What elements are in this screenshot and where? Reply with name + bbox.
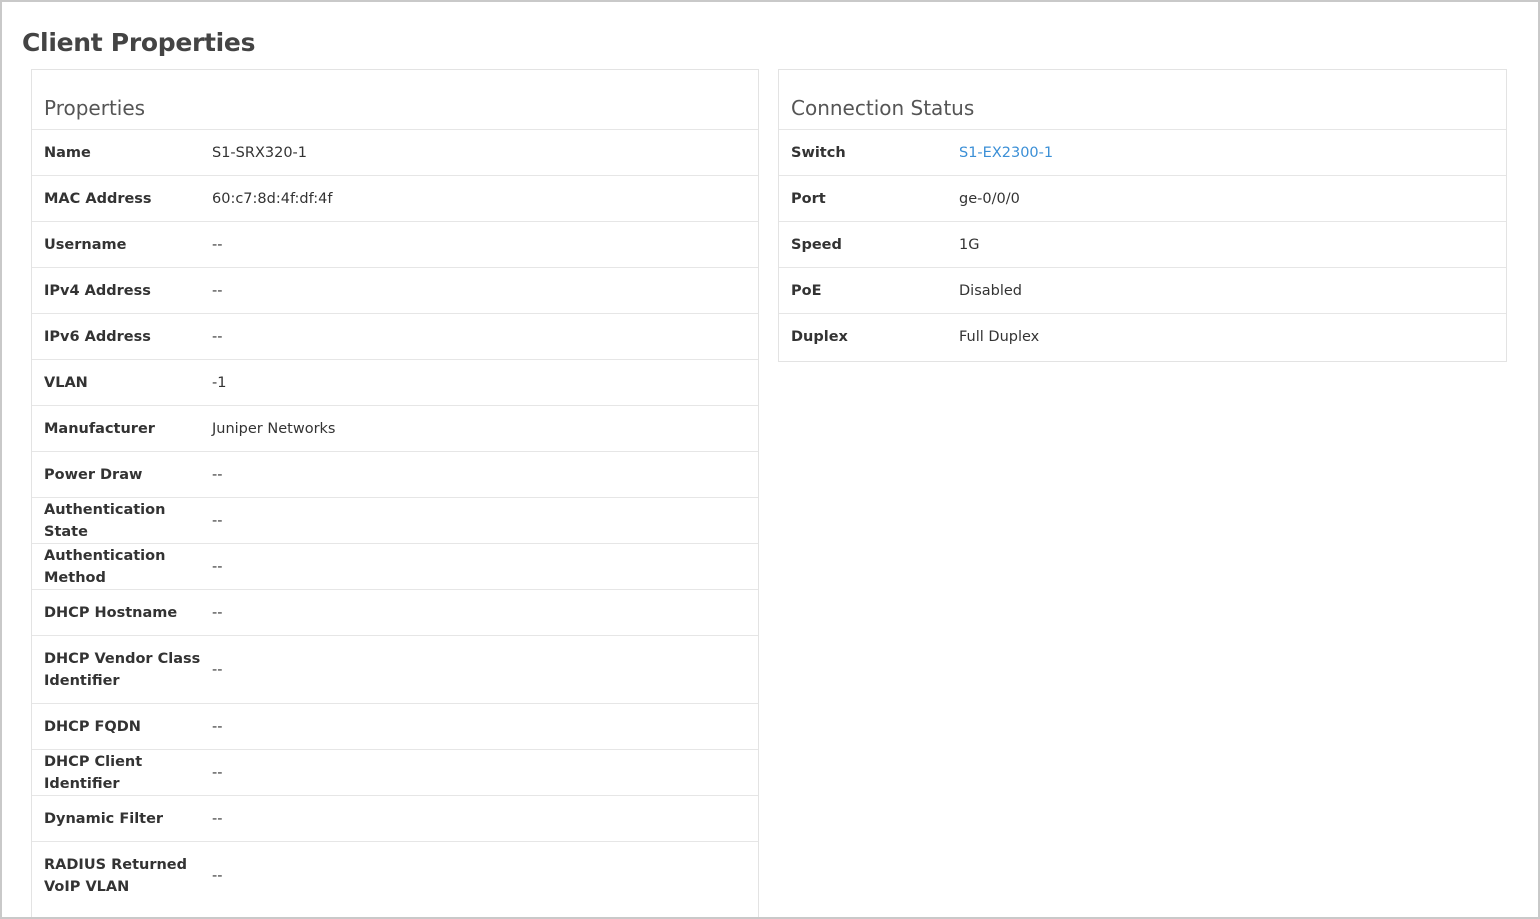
property-value: --: [212, 328, 223, 345]
property-row-ipv6-address: IPv6 Address --: [32, 314, 758, 360]
property-row-authentication-state: Authentication State --: [32, 498, 758, 544]
property-value: --: [212, 810, 223, 827]
property-row-mac-address: MAC Address 60:c7:8d:4f:df:4f: [32, 176, 758, 222]
property-value: --: [212, 868, 223, 884]
property-label: Power Draw: [44, 466, 143, 483]
connection-row-speed: Speed 1G: [779, 222, 1506, 268]
property-row-vlan: VLAN -1: [32, 360, 758, 406]
connection-row-switch: Switch S1-EX2300-1: [779, 130, 1506, 176]
page-title: Client Properties: [22, 28, 256, 57]
property-value: Juniper Networks: [212, 420, 336, 437]
property-row-ipv4-address: IPv4 Address --: [32, 268, 758, 314]
connection-label: PoE: [791, 282, 822, 299]
property-label: Name: [44, 144, 91, 161]
property-label: MAC Address: [44, 190, 152, 207]
property-label: Dynamic Filter: [44, 810, 164, 827]
property-value: S1-SRX320-1: [212, 144, 308, 161]
property-label: DHCP Vendor Class Identifier: [44, 650, 201, 689]
property-row-manufacturer: Manufacturer Juniper Networks: [32, 406, 758, 452]
property-value: --: [212, 604, 223, 621]
connection-row-poe: PoE Disabled: [779, 268, 1506, 314]
property-row-radius-returned-voip-vlan: RADIUS Returned VoIP VLAN --: [32, 842, 758, 910]
property-label: Authentication Method: [44, 547, 166, 586]
property-label: IPv4 Address: [44, 282, 151, 299]
property-row-username: Username --: [32, 222, 758, 268]
property-row-power-draw: Power Draw --: [32, 452, 758, 498]
property-value: -1: [212, 374, 227, 391]
property-label: Authentication State: [44, 501, 166, 540]
switch-link[interactable]: S1-EX2300-1: [959, 142, 1053, 164]
property-label: DHCP Client Identifier: [44, 753, 143, 792]
connection-status-panel-title: Connection Status: [779, 70, 1506, 130]
property-label: IPv6 Address: [44, 328, 151, 345]
property-label: DHCP Hostname: [44, 604, 178, 621]
property-value: --: [212, 718, 223, 735]
property-label: Username: [44, 236, 127, 253]
connection-row-duplex: Duplex Full Duplex: [779, 314, 1506, 360]
property-label: VLAN: [44, 374, 88, 391]
property-value: --: [212, 661, 223, 678]
property-value: --: [212, 236, 223, 253]
property-value: --: [212, 282, 223, 299]
property-row-dhcp-fqdn: DHCP FQDN --: [32, 704, 758, 750]
property-value: --: [212, 512, 223, 529]
property-label: RADIUS Returned VoIP VLAN: [44, 857, 188, 895]
connection-value: Full Duplex: [959, 329, 1040, 345]
connection-row-port: Port ge-0/0/0: [779, 176, 1506, 222]
property-value: --: [212, 466, 223, 483]
property-row-authentication-method: Authentication Method --: [32, 544, 758, 590]
property-label: DHCP FQDN: [44, 718, 141, 735]
connection-label: Port: [791, 190, 826, 207]
property-row-dynamic-filter: Dynamic Filter --: [32, 796, 758, 842]
property-row-name: Name S1-SRX320-1: [32, 130, 758, 176]
connection-value: ge-0/0/0: [959, 190, 1020, 207]
property-row-dhcp-hostname: DHCP Hostname --: [32, 590, 758, 636]
connection-value: Disabled: [959, 282, 1022, 299]
connection-label: Speed: [791, 236, 842, 253]
connection-label: Duplex: [791, 329, 848, 345]
connection-status-panel: Connection Status Switch S1-EX2300-1 Por…: [778, 69, 1507, 362]
connection-label: Switch: [791, 144, 846, 161]
window-frame: Client Properties Properties Name S1-SRX…: [0, 0, 1540, 919]
property-row-dhcp-client-identifier: DHCP Client Identifier --: [32, 750, 758, 796]
properties-panel: Properties Name S1-SRX320-1 MAC Address …: [31, 69, 759, 917]
connection-value: 1G: [959, 236, 980, 253]
property-row-dhcp-vendor-class-identifier: DHCP Vendor Class Identifier --: [32, 636, 758, 704]
property-label: Manufacturer: [44, 420, 155, 437]
properties-panel-title: Properties: [32, 70, 758, 130]
property-value: --: [212, 558, 223, 575]
property-value: 60:c7:8d:4f:df:4f: [212, 190, 333, 207]
property-value: --: [212, 764, 223, 781]
